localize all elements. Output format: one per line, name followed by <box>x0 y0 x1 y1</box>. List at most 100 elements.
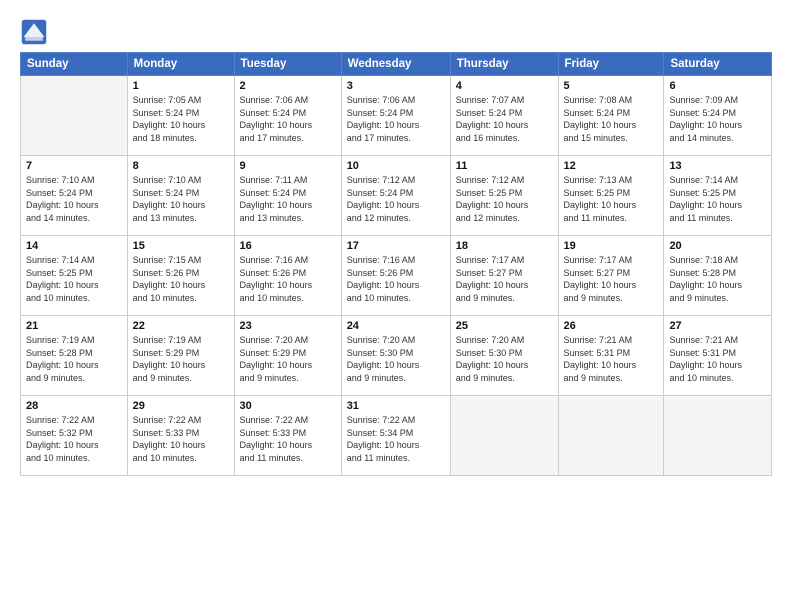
calendar-cell: 8 Sunrise: 7:10 AM Sunset: 5:24 PM Daylig… <box>127 156 234 236</box>
calendar-week-4: 21 Sunrise: 7:19 AM Sunset: 5:28 PM Dayli… <box>21 316 772 396</box>
day-info: Sunrise: 7:16 AM Sunset: 5:26 PM Dayligh… <box>240 254 336 304</box>
day-info: Sunrise: 7:13 AM Sunset: 5:25 PM Dayligh… <box>564 174 659 224</box>
calendar-cell: 19 Sunrise: 7:17 AM Sunset: 5:27 PM Dayli… <box>558 236 664 316</box>
day-number: 9 <box>240 160 336 172</box>
calendar-cell: 21 Sunrise: 7:19 AM Sunset: 5:28 PM Dayli… <box>21 316 128 396</box>
col-header-tuesday: Tuesday <box>234 53 341 76</box>
day-info: Sunrise: 7:05 AM Sunset: 5:24 PM Dayligh… <box>133 94 229 144</box>
day-info: Sunrise: 7:19 AM Sunset: 5:28 PM Dayligh… <box>26 334 122 384</box>
day-info: Sunrise: 7:12 AM Sunset: 5:25 PM Dayligh… <box>456 174 553 224</box>
day-info: Sunrise: 7:10 AM Sunset: 5:24 PM Dayligh… <box>133 174 229 224</box>
calendar-cell: 5 Sunrise: 7:08 AM Sunset: 5:24 PM Daylig… <box>558 76 664 156</box>
calendar-cell: 6 Sunrise: 7:09 AM Sunset: 5:24 PM Daylig… <box>664 76 772 156</box>
logo-icon <box>20 18 48 46</box>
calendar-cell: 30 Sunrise: 7:22 AM Sunset: 5:33 PM Dayli… <box>234 396 341 476</box>
calendar-cell: 4Sunrise: 7:07 AM Sunset: 5:24 PM Daylig… <box>450 76 558 156</box>
calendar-cell: 28 Sunrise: 7:22 AM Sunset: 5:32 PM Dayli… <box>21 396 128 476</box>
calendar-cell <box>558 396 664 476</box>
day-number: 3 <box>347 80 445 92</box>
day-info: Sunrise: 7:22 AM Sunset: 5:33 PM Dayligh… <box>240 414 336 464</box>
day-info: Sunrise: 7:17 AM Sunset: 5:27 PM Dayligh… <box>564 254 659 304</box>
day-number: 15 <box>133 240 229 252</box>
col-header-wednesday: Wednesday <box>341 53 450 76</box>
day-number: 25 <box>456 320 553 332</box>
calendar-cell: 29 Sunrise: 7:22 AM Sunset: 5:33 PM Dayli… <box>127 396 234 476</box>
calendar-cell: 7Sunrise: 7:10 AM Sunset: 5:24 PM Daylig… <box>21 156 128 236</box>
day-number: 21 <box>26 320 122 332</box>
day-number: 12 <box>564 160 659 172</box>
calendar-cell <box>21 76 128 156</box>
day-number: 31 <box>347 400 445 412</box>
day-info: Sunrise: 7:16 AM Sunset: 5:26 PM Dayligh… <box>347 254 445 304</box>
calendar-table: SundayMondayTuesdayWednesdayThursdayFrid… <box>20 52 772 476</box>
calendar-cell: 31 Sunrise: 7:22 AM Sunset: 5:34 PM Dayli… <box>341 396 450 476</box>
day-number: 17 <box>347 240 445 252</box>
calendar-cell: 2 Sunrise: 7:06 AM Sunset: 5:24 PM Daylig… <box>234 76 341 156</box>
calendar-cell: 27Sunrise: 7:21 AM Sunset: 5:31 PM Dayli… <box>664 316 772 396</box>
calendar-cell: 14 Sunrise: 7:14 AM Sunset: 5:25 PM Dayli… <box>21 236 128 316</box>
day-info: Sunrise: 7:18 AM Sunset: 5:28 PM Dayligh… <box>669 254 766 304</box>
calendar-cell: 25 Sunrise: 7:20 AM Sunset: 5:30 PM Dayli… <box>450 316 558 396</box>
day-info: Sunrise: 7:08 AM Sunset: 5:24 PM Dayligh… <box>564 94 659 144</box>
calendar-cell: 20Sunrise: 7:18 AM Sunset: 5:28 PM Dayli… <box>664 236 772 316</box>
calendar-cell: 16 Sunrise: 7:16 AM Sunset: 5:26 PM Dayli… <box>234 236 341 316</box>
day-info: Sunrise: 7:10 AM Sunset: 5:24 PM Dayligh… <box>26 174 122 224</box>
day-info: Sunrise: 7:15 AM Sunset: 5:26 PM Dayligh… <box>133 254 229 304</box>
col-header-thursday: Thursday <box>450 53 558 76</box>
calendar-cell: 3 Sunrise: 7:06 AM Sunset: 5:24 PM Daylig… <box>341 76 450 156</box>
day-info: Sunrise: 7:20 AM Sunset: 5:30 PM Dayligh… <box>347 334 445 384</box>
day-info: Sunrise: 7:20 AM Sunset: 5:29 PM Dayligh… <box>240 334 336 384</box>
day-info: Sunrise: 7:22 AM Sunset: 5:32 PM Dayligh… <box>26 414 122 464</box>
calendar-cell: 12 Sunrise: 7:13 AM Sunset: 5:25 PM Dayli… <box>558 156 664 236</box>
calendar-cell <box>664 396 772 476</box>
day-number: 19 <box>564 240 659 252</box>
day-number: 14 <box>26 240 122 252</box>
day-number: 4 <box>456 80 553 92</box>
day-number: 24 <box>347 320 445 332</box>
calendar-cell: 10 Sunrise: 7:12 AM Sunset: 5:24 PM Dayli… <box>341 156 450 236</box>
calendar-cell: 24 Sunrise: 7:20 AM Sunset: 5:30 PM Dayli… <box>341 316 450 396</box>
day-number: 8 <box>133 160 229 172</box>
calendar-week-5: 28 Sunrise: 7:22 AM Sunset: 5:32 PM Dayli… <box>21 396 772 476</box>
day-info: Sunrise: 7:12 AM Sunset: 5:24 PM Dayligh… <box>347 174 445 224</box>
day-info: Sunrise: 7:06 AM Sunset: 5:24 PM Dayligh… <box>240 94 336 144</box>
day-info: Sunrise: 7:19 AM Sunset: 5:29 PM Dayligh… <box>133 334 229 384</box>
day-number: 27 <box>669 320 766 332</box>
day-number: 10 <box>347 160 445 172</box>
day-number: 23 <box>240 320 336 332</box>
day-number: 30 <box>240 400 336 412</box>
day-info: Sunrise: 7:11 AM Sunset: 5:24 PM Dayligh… <box>240 174 336 224</box>
col-header-sunday: Sunday <box>21 53 128 76</box>
day-info: Sunrise: 7:14 AM Sunset: 5:25 PM Dayligh… <box>26 254 122 304</box>
page: SundayMondayTuesdayWednesdayThursdayFrid… <box>0 0 792 612</box>
day-number: 13 <box>669 160 766 172</box>
calendar-cell: 18Sunrise: 7:17 AM Sunset: 5:27 PM Dayli… <box>450 236 558 316</box>
day-number: 2 <box>240 80 336 92</box>
day-number: 16 <box>240 240 336 252</box>
day-info: Sunrise: 7:22 AM Sunset: 5:34 PM Dayligh… <box>347 414 445 464</box>
day-info: Sunrise: 7:09 AM Sunset: 5:24 PM Dayligh… <box>669 94 766 144</box>
day-info: Sunrise: 7:06 AM Sunset: 5:24 PM Dayligh… <box>347 94 445 144</box>
day-info: Sunrise: 7:22 AM Sunset: 5:33 PM Dayligh… <box>133 414 229 464</box>
day-info: Sunrise: 7:20 AM Sunset: 5:30 PM Dayligh… <box>456 334 553 384</box>
calendar-cell: 15 Sunrise: 7:15 AM Sunset: 5:26 PM Dayli… <box>127 236 234 316</box>
calendar-cell: 22 Sunrise: 7:19 AM Sunset: 5:29 PM Dayli… <box>127 316 234 396</box>
day-number: 5 <box>564 80 659 92</box>
calendar-cell: 1Sunrise: 7:05 AM Sunset: 5:24 PM Daylig… <box>127 76 234 156</box>
calendar-cell: 26Sunrise: 7:21 AM Sunset: 5:31 PM Dayli… <box>558 316 664 396</box>
day-info: Sunrise: 7:14 AM Sunset: 5:25 PM Dayligh… <box>669 174 766 224</box>
day-number: 29 <box>133 400 229 412</box>
calendar-week-1: 1Sunrise: 7:05 AM Sunset: 5:24 PM Daylig… <box>21 76 772 156</box>
calendar-cell: 9 Sunrise: 7:11 AM Sunset: 5:24 PM Daylig… <box>234 156 341 236</box>
day-number: 28 <box>26 400 122 412</box>
logo <box>20 18 52 46</box>
day-info: Sunrise: 7:21 AM Sunset: 5:31 PM Dayligh… <box>564 334 659 384</box>
calendar-week-3: 14 Sunrise: 7:14 AM Sunset: 5:25 PM Dayli… <box>21 236 772 316</box>
calendar-cell: 13 Sunrise: 7:14 AM Sunset: 5:25 PM Dayli… <box>664 156 772 236</box>
calendar-cell: 17 Sunrise: 7:16 AM Sunset: 5:26 PM Dayli… <box>341 236 450 316</box>
day-number: 6 <box>669 80 766 92</box>
day-number: 22 <box>133 320 229 332</box>
col-header-monday: Monday <box>127 53 234 76</box>
calendar-cell: 23 Sunrise: 7:20 AM Sunset: 5:29 PM Dayli… <box>234 316 341 396</box>
calendar-cell: 11Sunrise: 7:12 AM Sunset: 5:25 PM Dayli… <box>450 156 558 236</box>
